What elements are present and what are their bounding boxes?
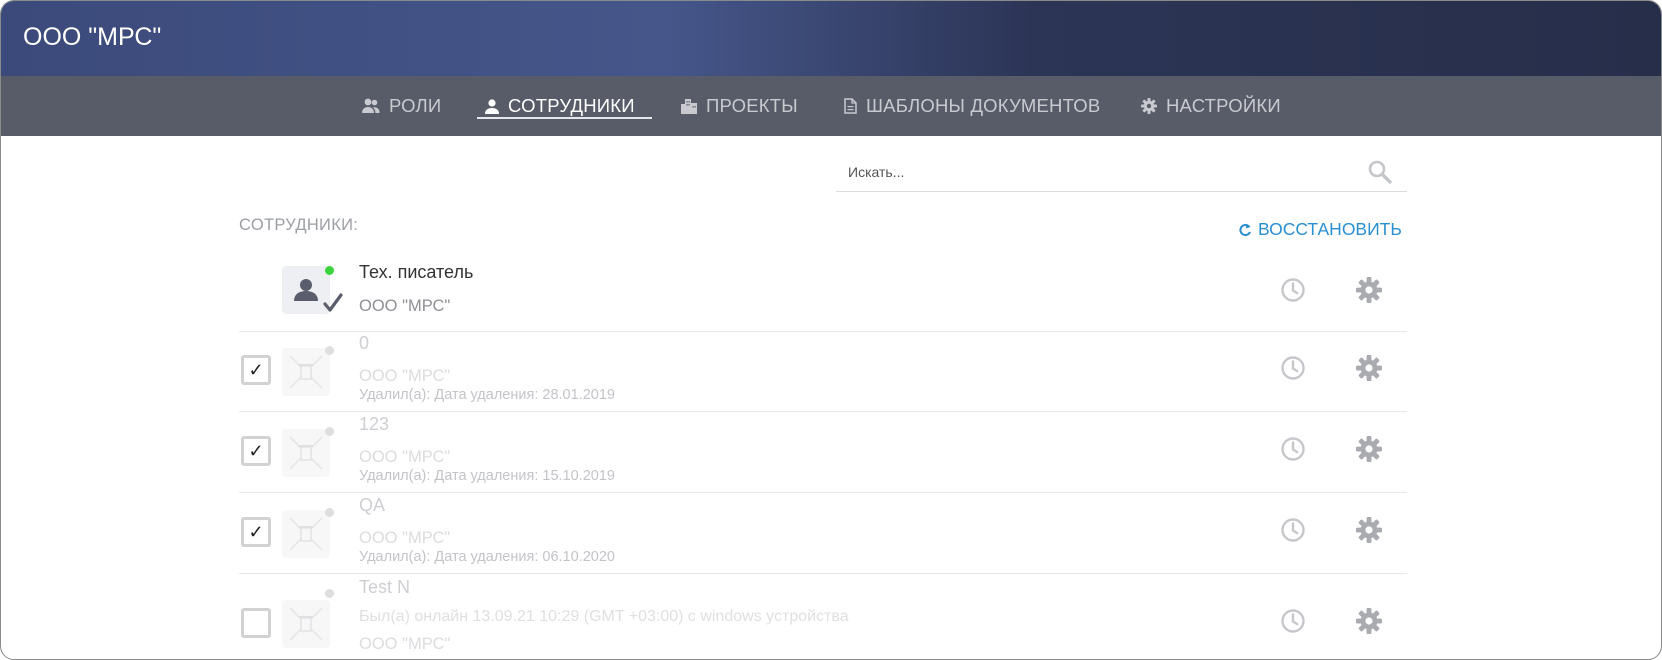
list-item[interactable]: ✓ QA ООО "МРС" Удалил(а): Дата удаления:… (239, 493, 1407, 574)
deleted-info: Удалил(а): Дата удаления: 06.10.2020 (359, 549, 615, 565)
row-checkbox[interactable]: ✓ (241, 517, 271, 547)
deleted-info: Удалил(а): Дата удаления: 15.10.2019 (359, 468, 615, 484)
history-icon[interactable] (1279, 435, 1307, 463)
row-checkbox[interactable]: ✓ (241, 355, 271, 385)
settings-gear-icon[interactable] (1355, 354, 1383, 382)
selected-check-icon (321, 291, 345, 315)
online-status-dot (325, 266, 334, 275)
tab-projects[interactable]: ПРОЕКТЫ (681, 76, 798, 136)
header-bar: ООО "МРС" (1, 1, 1661, 76)
tab-roles-label: РОЛИ (389, 95, 442, 116)
search-input[interactable] (846, 163, 1350, 181)
list-item[interactable]: ✓ 123 ООО "МРС" Удалил(а): Дата удаления… (239, 412, 1407, 493)
employee-org: ООО "МРС" (359, 367, 451, 385)
tab-settings[interactable]: НАСТРОЙКИ (1141, 76, 1281, 136)
tab-document-templates[interactable]: ШАБЛОНЫ ДОКУМЕНТОВ (844, 76, 1100, 136)
settings-gear-icon[interactable] (1355, 276, 1383, 304)
offline-status-dot (325, 427, 334, 436)
restore-label: ВОССТАНОВИТЬ (1258, 219, 1402, 239)
tab-projects-label: ПРОЕКТЫ (706, 95, 798, 116)
employee-name: 0 (359, 333, 370, 353)
offline-status-dot (325, 346, 334, 355)
offline-status-dot (325, 589, 334, 598)
section-title: СОТРУДНИКИ: (239, 216, 359, 234)
employee-org: ООО "МРС" (359, 448, 451, 466)
list-item[interactable]: Тех. писатель ООО "МРС" (239, 251, 1407, 332)
row-checkbox[interactable]: ✓ (241, 436, 271, 466)
tab-roles[interactable]: РОЛИ (362, 76, 441, 136)
history-icon[interactable] (1279, 516, 1307, 544)
employee-name: 123 (359, 414, 390, 434)
tab-settings-label: НАСТРОЙКИ (1166, 95, 1281, 116)
settings-gear-icon[interactable] (1355, 607, 1383, 635)
deleted-avatar-icon (282, 429, 330, 477)
users-icon (362, 98, 380, 114)
last-seen: Был(а) онлайн 13.09.21 10:29 (GMT +03:00… (359, 608, 849, 625)
offline-status-dot (325, 508, 334, 517)
tab-employees-label: СОТРУДНИКИ (508, 95, 635, 116)
employee-org: ООО "МРС" (359, 529, 451, 547)
settings-gear-icon[interactable] (1355, 435, 1383, 463)
user-icon (485, 98, 499, 114)
active-tab-indicator (477, 117, 652, 119)
refresh-icon (1238, 222, 1252, 238)
deleted-avatar-icon (282, 510, 330, 558)
deleted-avatar-icon (282, 600, 330, 648)
employee-name: Тех. писатель (359, 262, 474, 282)
employee-org: ООО "МРС" (359, 635, 451, 653)
deleted-avatar-icon (282, 348, 330, 396)
settings-gear-icon[interactable] (1355, 516, 1383, 544)
gear-icon (1141, 98, 1157, 114)
history-icon[interactable] (1279, 607, 1307, 635)
building-icon (681, 98, 697, 114)
tab-document-templates-label: ШАБЛОНЫ ДОКУМЕНТОВ (866, 95, 1101, 116)
search-icon[interactable] (1367, 159, 1393, 190)
main-nav: РОЛИ СОТРУДНИКИ ПРОЕКТЫ ШАБЛОНЫ ДОКУМЕНТ… (1, 76, 1661, 136)
tab-employees[interactable]: СОТРУДНИКИ (485, 76, 635, 136)
search-box (836, 153, 1407, 192)
employee-name: QA (359, 495, 386, 515)
restore-button[interactable]: ВОССТАНОВИТЬ (1238, 219, 1402, 240)
app-window: ООО "МРС" РОЛИ СОТРУДНИКИ ПРОЕКТЫ ШАБЛОН… (0, 0, 1662, 660)
employee-org: ООО "МРС" (359, 297, 451, 315)
app-title: ООО "МРС" (23, 23, 162, 51)
employee-name: Test N (359, 577, 411, 597)
row-checkbox[interactable] (241, 608, 271, 638)
list-item[interactable]: ✓ 0 ООО "МРС" Удалил(а): Дата удаления: … (239, 331, 1407, 412)
history-icon[interactable] (1279, 354, 1307, 382)
list-item[interactable]: Test N Был(а) онлайн 13.09.21 10:29 (GMT… (239, 574, 1407, 659)
document-icon (844, 98, 857, 114)
history-icon[interactable] (1279, 276, 1307, 304)
deleted-info: Удалил(а): Дата удаления: 28.01.2019 (359, 387, 615, 403)
